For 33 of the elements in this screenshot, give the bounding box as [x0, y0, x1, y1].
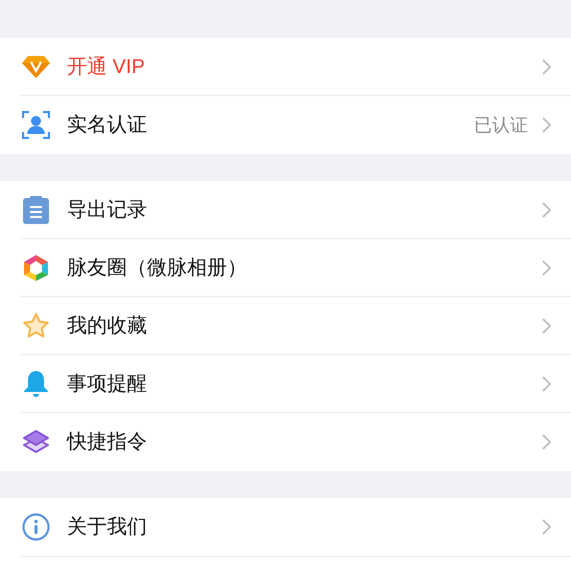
menu-label: 开通 VIP: [67, 55, 145, 80]
menu-item[interactable]: 开通 VIP: [0, 38, 571, 96]
menu-item[interactable]: 我的收藏: [0, 297, 571, 355]
chevron-right-icon: [542, 202, 551, 218]
info-icon: [22, 513, 50, 541]
clipboard-icon: [23, 196, 49, 224]
diamond-icon: [22, 55, 50, 79]
menu-label: 脉友圈（微脉相册）: [67, 256, 247, 281]
chevron-right-icon: [542, 519, 551, 535]
chevron-right-icon: [542, 117, 551, 133]
chevron-right-icon: [542, 376, 551, 392]
menu-item[interactable]: 导出记录: [0, 181, 571, 239]
menu-label: 关于我们: [67, 515, 147, 540]
chevron-right-icon: [542, 59, 551, 75]
menu-label: 我的收藏: [67, 314, 147, 339]
menu-label: 快捷指令: [67, 430, 147, 455]
menu-item[interactable]: 关于我们: [0, 498, 571, 556]
chevron-right-icon: [542, 318, 551, 334]
menu-item[interactable]: 快捷指令: [0, 413, 571, 471]
star-icon: [22, 312, 50, 340]
chevron-right-icon: [542, 260, 551, 276]
menu-item[interactable]: 实名认证 已认证: [0, 96, 571, 154]
menu-label: 导出记录: [67, 198, 147, 223]
chevron-right-icon: [542, 434, 551, 450]
aperture-icon: [22, 254, 50, 282]
person-scan-icon: [22, 111, 50, 139]
bell-icon: [23, 370, 49, 398]
menu-label: 事项提醒: [67, 372, 147, 397]
layers-icon: [22, 428, 50, 456]
menu-item[interactable]: 脉友圈（微脉相册）: [0, 239, 571, 297]
status-text: 已认证: [474, 114, 528, 136]
menu-label: 实名认证: [67, 113, 147, 138]
menu-item[interactable]: 事项提醒: [0, 355, 571, 413]
